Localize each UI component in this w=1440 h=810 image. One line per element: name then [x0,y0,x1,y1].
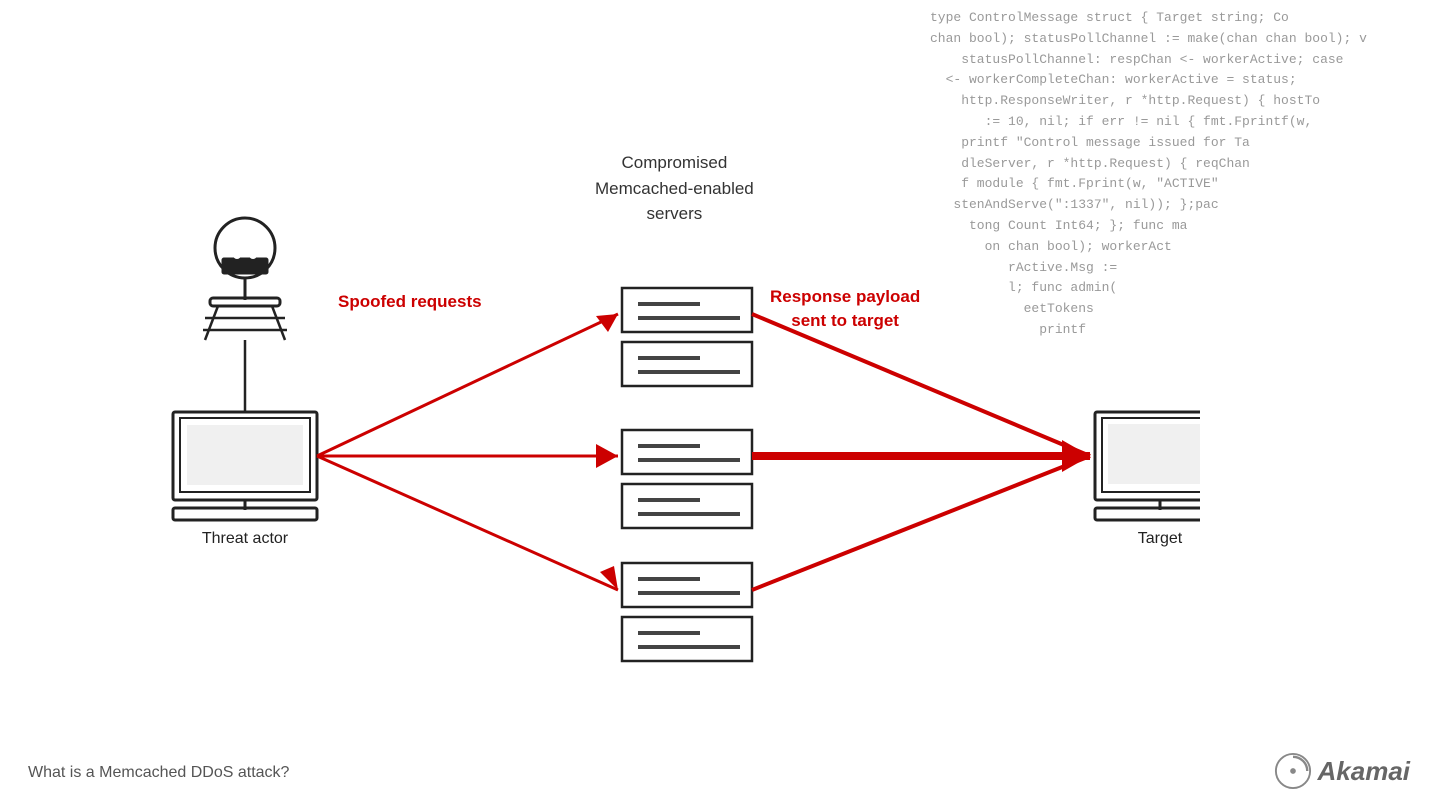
response-payload-label: Response payload sent to target [770,285,920,333]
code-line: printf [930,320,1430,341]
code-line: tong Count Int64; }; func ma [930,216,1430,237]
code-line: stenAndServe(":1337", nil)); };pac [930,195,1430,216]
code-line: l; func admin( [930,278,1430,299]
code-line: f module { fmt.Fprint(w, "ACTIVE" [930,174,1430,195]
code-line: rActive.Msg := [930,258,1430,279]
code-line: := 10, nil; if err != nil { fmt.Fprintf(… [930,112,1430,133]
code-line: statusPollChannel: respChan <- workerAct… [930,50,1430,71]
code-line: dleServer, r *http.Request) { reqChan [930,154,1430,175]
servers-title: Compromised Memcached-enabled servers [595,150,754,227]
target-label: Target [1095,530,1225,548]
code-line: type ControlMessage struct { Target stri… [930,8,1430,29]
code-background: type ControlMessage struct { Target stri… [920,0,1440,430]
diagram-svg [0,0,1200,810]
code-line: eetTokens [930,299,1430,320]
code-line: on chan bool); workerAct [930,237,1430,258]
code-line: printf "Control message issued for Ta [930,133,1430,154]
akamai-logo: Akamai [1274,752,1411,790]
code-line: chan bool); statusPollChannel := make(ch… [930,29,1430,50]
akamai-text: Akamai [1318,756,1411,787]
bottom-caption: What is a Memcached DDoS attack? [28,764,289,782]
code-line: <- workerCompleteChan: workerActive = st… [930,70,1430,91]
akamai-icon [1274,752,1312,790]
spoofed-requests-label: Spoofed requests [338,290,482,314]
threat-actor-label: Threat actor [175,530,315,548]
code-line: http.ResponseWriter, r *http.Request) { … [930,91,1430,112]
